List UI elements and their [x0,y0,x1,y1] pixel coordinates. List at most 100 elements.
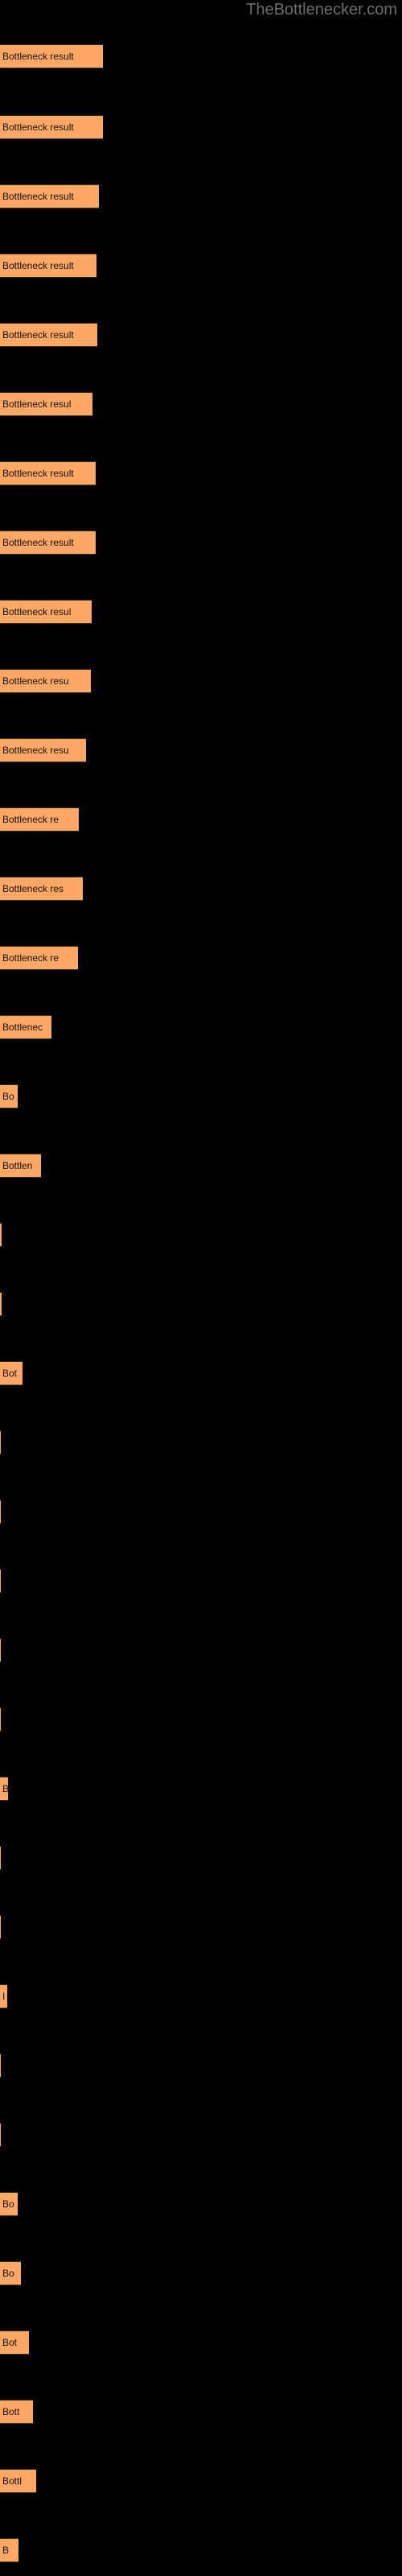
bar-rect[interactable] [0,1846,1,1870]
bar-row: Bo [0,2192,402,2216]
bar-row: Bottleneck result [0,461,402,485]
bar-row: Bottl [0,2469,402,2493]
bar-rect[interactable]: Bottl [0,2469,36,2493]
bar-label: Bottleneck result [2,191,74,202]
bar-label: Bottleneck result [2,537,74,548]
bar-row: Bottleneck re [0,946,402,970]
bar-row: Bottleneck result [0,184,402,208]
bar-rect[interactable] [0,1500,1,1524]
bar-row: Bottleneck resul [0,392,402,416]
bar-row: I [0,1984,402,2008]
bar-row: Bott [0,2400,402,2424]
bar-rect[interactable] [0,1569,1,1593]
bar-rect[interactable]: B [0,1777,8,1801]
bar-rect[interactable]: Bo [0,2261,21,2285]
bar-rect[interactable]: I [0,1984,7,2008]
bar-row [0,2123,402,2147]
bar-label: Bottleneck result [2,468,74,479]
bar-rect[interactable] [0,1638,1,1662]
bar-label: Bottleneck result [2,51,74,62]
bar-row: Bottleneck resul [0,600,402,624]
bar-rect[interactable]: Bottleneck result [0,254,96,278]
bar-label: Bottleneck re [2,952,59,964]
bar-label: Bottleneck res [2,883,64,894]
bar-label: Bot [2,2337,18,2348]
bar-rect[interactable]: Bottleneck result [0,323,97,347]
bar-label: Bottleneck resul [2,398,72,410]
bar-rect[interactable]: Bottleneck resul [0,600,92,624]
bar-row: Bottleneck resu [0,669,402,693]
bar-row [0,1846,402,1870]
bar-rect[interactable] [0,1915,1,1939]
bar-row: Bottleneck res [0,877,402,901]
bar-rect[interactable]: Bot [0,1361,23,1385]
bar-row: B [0,1777,402,1801]
bar-row [0,1292,402,1316]
bar-label: Bottl [2,2475,23,2487]
bar-rect[interactable]: Bottleneck res [0,877,83,901]
bar-label: Bottleneck re [2,814,59,825]
bar-label: Bottleneck resul [2,606,72,617]
bar-label: Bottleneck result [2,329,74,341]
bar-row: B [0,2538,402,2562]
bar-row: Bottleneck result [0,44,402,68]
bar-rect[interactable]: Bottleneck result [0,184,99,208]
bar-rect[interactable]: Bottleneck resu [0,738,86,762]
bar-rect[interactable] [0,1292,2,1316]
bar-row: Bottlenec [0,1015,402,1039]
bar-row [0,1638,402,1662]
bar-row [0,1500,402,1524]
bar-rect[interactable] [0,1223,2,1247]
bar-label: I [2,1991,6,2002]
bar-row: Bottleneck re [0,807,402,832]
bar-label: Bo [2,1091,14,1102]
bar-row [0,1223,402,1247]
bar-label: Bottleneck resu [2,675,69,687]
bottleneck-bar-chart: TheBottlenecker.com Bottleneck result Bo… [0,0,402,2576]
bar-row [0,1915,402,1939]
bar-rect[interactable]: Bottlenec [0,1015,51,1039]
bar-label: Bot [2,1368,18,1379]
bar-row: Bottleneck resu [0,738,402,762]
bar-rect[interactable]: Bottleneck re [0,807,79,832]
bar-label: Bottleneck resu [2,745,69,756]
bar-row [0,1569,402,1593]
bar-label: Bottlen [2,1160,33,1171]
bar-row: Bottleneck result [0,530,402,555]
bar-row: Bot [0,1361,402,1385]
bar-series-layer: Bottleneck result Bottleneck result Bott… [0,0,402,2576]
bar-rect[interactable]: Bo [0,2192,18,2216]
bar-rect[interactable] [0,2054,1,2078]
bar-rect[interactable]: Bottleneck re [0,946,78,970]
bar-row: Bottleneck result [0,323,402,347]
bar-rect[interactable]: Bottleneck resul [0,392,92,416]
bar-rect[interactable] [0,1430,1,1455]
bar-row: Bottleneck result [0,115,402,139]
bar-rect[interactable]: Bo [0,1084,18,1108]
bar-rect[interactable]: Bottleneck resu [0,669,91,693]
bar-label: Bo [2,2198,14,2210]
bar-rect[interactable]: Bottleneck result [0,461,96,485]
bar-row: Bot [0,2330,402,2355]
bar-row: Bo [0,2261,402,2285]
bar-rect[interactable] [0,1707,1,1732]
bar-row: Bottleneck result [0,254,402,278]
bar-rect[interactable]: Bottleneck result [0,44,103,68]
bar-rect[interactable]: Bottlen [0,1154,41,1178]
bar-rect[interactable] [0,2123,1,2147]
bar-rect[interactable]: Bottleneck result [0,115,103,139]
bar-label: Bottleneck result [2,260,74,271]
bar-rect[interactable]: B [0,2538,18,2562]
bar-row [0,1430,402,1455]
bar-rect[interactable]: Bott [0,2400,33,2424]
bar-row [0,1707,402,1732]
bar-label: Bottlenec [2,1022,43,1033]
bar-row: Bottlen [0,1154,402,1178]
bar-rect[interactable]: Bottleneck result [0,530,96,555]
bar-label: B [2,2545,10,2556]
bar-label: B [2,1783,8,1794]
bar-rect[interactable]: Bot [0,2330,29,2355]
bar-label: Bo [2,2268,14,2279]
bar-label: Bottleneck result [2,122,74,133]
bar-row: Bo [0,1084,402,1108]
